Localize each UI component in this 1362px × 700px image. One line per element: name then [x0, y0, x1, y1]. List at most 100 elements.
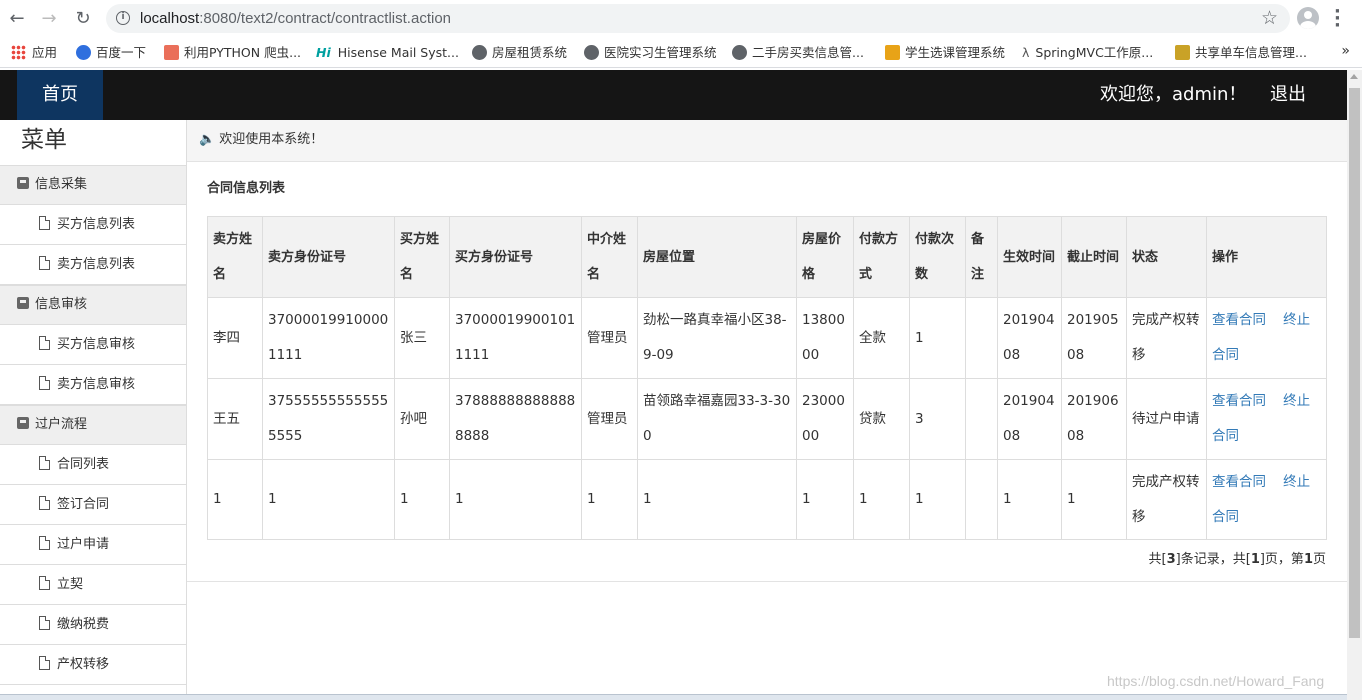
- col-header: 卖方姓名: [207, 216, 263, 298]
- back-arrow-icon[interactable]: ←: [6, 8, 28, 30]
- home-tab[interactable]: 首页: [17, 70, 103, 120]
- list-icon: [17, 177, 29, 189]
- col-header: 买方身份证号: [449, 216, 582, 298]
- scroll-up-arrow-icon[interactable]: [1350, 74, 1358, 79]
- logout-link[interactable]: 退出: [1270, 70, 1306, 120]
- address-bar[interactable]: i localhost:8080/text2/contract/contract…: [106, 4, 1290, 33]
- bookmark-star-icon[interactable]: ☆: [1261, 7, 1278, 29]
- bookmark-apps[interactable]: 应用: [11, 44, 57, 62]
- bookmark-springmvc[interactable]: λ SpringMVC工作原...: [1022, 44, 1153, 62]
- cell-pay-method: 贷款: [853, 378, 910, 460]
- baidu-paw-icon: [76, 45, 91, 60]
- bookmark-label: SpringMVC工作原...: [1035, 45, 1154, 60]
- menu-item-deed[interactable]: 立契: [0, 565, 186, 605]
- cell-pay-method: 1: [853, 459, 910, 540]
- bookmark-hisense[interactable]: Hi Hisense Mail Syst...: [316, 44, 459, 62]
- pagination-summary: 共[3]条记录，共[1]页，第1页: [1149, 551, 1326, 569]
- cell-remark: [965, 459, 998, 540]
- cell-seller-id: 1: [262, 459, 395, 540]
- bookmark-label: Hisense Mail Syst...: [337, 45, 459, 60]
- globe-icon: [584, 45, 599, 60]
- menu-item-contract-list[interactable]: 合同列表: [0, 445, 186, 485]
- bookmark-label: 房屋租赁系统: [492, 45, 568, 60]
- view-contract-link[interactable]: 查看合同: [1212, 393, 1266, 409]
- col-header: 房屋价格: [796, 216, 854, 298]
- col-header: 付款次数: [909, 216, 966, 298]
- col-header: 房屋位置: [637, 216, 797, 298]
- menu-group-label: 信息采集: [35, 177, 88, 192]
- view-contract-link[interactable]: 查看合同: [1212, 312, 1266, 328]
- bookmark-house[interactable]: 二手房买卖信息管...: [732, 44, 864, 62]
- bookmarks-bar: 应用 百度一下 利用PYTHON 爬虫... Hi Hisense Mail Sy…: [0, 38, 1362, 68]
- menu-item-buyer-audit[interactable]: 买方信息审核: [0, 325, 186, 365]
- more-bookmarks-icon[interactable]: »: [1341, 43, 1350, 59]
- bookmark-course[interactable]: 学生选课管理系统: [885, 44, 1005, 62]
- main-content: 🔈 欢迎使用本系统！ 合同信息列表 卖方姓名 卖方身份证号 买方姓名 买方身份证号…: [187, 120, 1347, 700]
- profile-avatar-icon[interactable]: [1297, 7, 1319, 29]
- pager-text: ]条记录，共[: [1175, 552, 1251, 567]
- view-contract-link[interactable]: 查看合同: [1212, 474, 1266, 490]
- bookmark-baidu[interactable]: 百度一下: [76, 44, 146, 62]
- col-header: 卖方身份证号: [262, 216, 395, 298]
- cell-start-date: 20190408: [997, 378, 1062, 460]
- menu-item-label: 卖方信息审核: [57, 377, 136, 392]
- welcome-text: 欢迎您，admin！: [1100, 84, 1247, 105]
- cell-buyer-id: 1: [449, 459, 582, 540]
- cell-status: 完成产权转移: [1126, 297, 1207, 379]
- cell-price: 1380000: [796, 297, 854, 379]
- col-header: 买方姓名: [394, 216, 450, 298]
- scrollbar-thumb[interactable]: [1349, 88, 1360, 638]
- taskbar-strip: [0, 694, 1347, 700]
- table-header-row: 卖方姓名 卖方身份证号 买方姓名 买方身份证号 中介姓名 房屋位置 房屋价格 付…: [207, 216, 1327, 298]
- table-row: 1 1 1 1 1 1 1 1 1 1 1 完成产权转移 查看合同 终止合同: [207, 459, 1327, 540]
- bookmark-rental[interactable]: 房屋租赁系统: [472, 44, 567, 62]
- notice-text: 欢迎使用本系统！: [219, 132, 324, 147]
- browser-menu-icon[interactable]: · · ·: [1334, 3, 1341, 35]
- cell-pay-times: 3: [909, 378, 966, 460]
- cell-seller: 王五: [207, 378, 263, 460]
- cell-pay-method: 全款: [853, 297, 910, 379]
- cell-actions: 查看合同 终止合同: [1206, 378, 1327, 460]
- cell-end-date: 20190508: [1061, 297, 1127, 379]
- menu-item-buyer-list[interactable]: 买方信息列表: [0, 205, 186, 245]
- menu-group-transfer[interactable]: 过户流程: [0, 405, 186, 445]
- info-icon[interactable]: i: [116, 11, 130, 25]
- hisense-icon: Hi: [316, 45, 331, 60]
- url-host: localhost: [140, 10, 200, 27]
- watermark-text: https://blog.csdn.net/Howard_Fang: [1107, 673, 1325, 689]
- bookmark-label: 应用: [32, 45, 58, 60]
- file-icon: [39, 256, 50, 270]
- menu-item-label: 合同列表: [57, 457, 110, 472]
- menu-item-seller-audit[interactable]: 卖方信息审核: [0, 365, 186, 405]
- reload-icon[interactable]: ↻: [72, 8, 94, 30]
- bookmark-python[interactable]: 利用PYTHON 爬虫...: [164, 44, 301, 62]
- menu-item-label: 过户申请: [57, 537, 110, 552]
- sidebar: 菜单 信息采集 买方信息列表 卖方信息列表 信息审核 买方信息审核 卖方信息审核…: [0, 120, 187, 700]
- browser-toolbar: ← → ↻ i localhost:8080/text2/contract/co…: [0, 0, 1362, 38]
- bookmark-bike[interactable]: 共享单车信息管理...: [1175, 44, 1307, 62]
- menu-item-tax[interactable]: 缴纳税费: [0, 605, 186, 645]
- globe-icon: [732, 45, 747, 60]
- volume-icon: 🔈: [199, 132, 216, 147]
- page-scrollbar[interactable]: [1347, 70, 1362, 700]
- url-path: :8080/text2/contract/contractlist.action: [199, 10, 452, 27]
- app-header: 首页 欢迎您，admin！ 退出: [0, 70, 1347, 120]
- menu-group-label: 过户流程: [35, 417, 88, 432]
- forward-arrow-icon[interactable]: →: [38, 8, 60, 30]
- url-text[interactable]: localhost:8080/text2/contract/contractli…: [140, 9, 451, 28]
- table-row: 李四 370000199100001111 张三 370000199001011…: [207, 297, 1327, 379]
- col-header: 付款方式: [853, 216, 910, 298]
- panel-title: 合同信息列表: [207, 181, 286, 196]
- menu-item-seller-list[interactable]: 卖方信息列表: [0, 245, 186, 285]
- bookmark-label: 医院实习生管理系统: [604, 45, 717, 60]
- menu-item-transfer-apply[interactable]: 过户申请: [0, 525, 186, 565]
- menu-group-audit[interactable]: 信息审核: [0, 285, 186, 325]
- cell-end-date: 1: [1061, 459, 1127, 540]
- col-header: 备注: [965, 216, 998, 298]
- bookmark-hospital[interactable]: 医院实习生管理系统: [584, 44, 717, 62]
- menu-item-sign-contract[interactable]: 签订合同: [0, 485, 186, 525]
- menu-item-property-transfer[interactable]: 产权转移: [0, 645, 186, 685]
- col-header: 中介姓名: [581, 216, 638, 298]
- menu-group-collect[interactable]: 信息采集: [0, 165, 186, 205]
- cell-agent: 1: [581, 459, 638, 540]
